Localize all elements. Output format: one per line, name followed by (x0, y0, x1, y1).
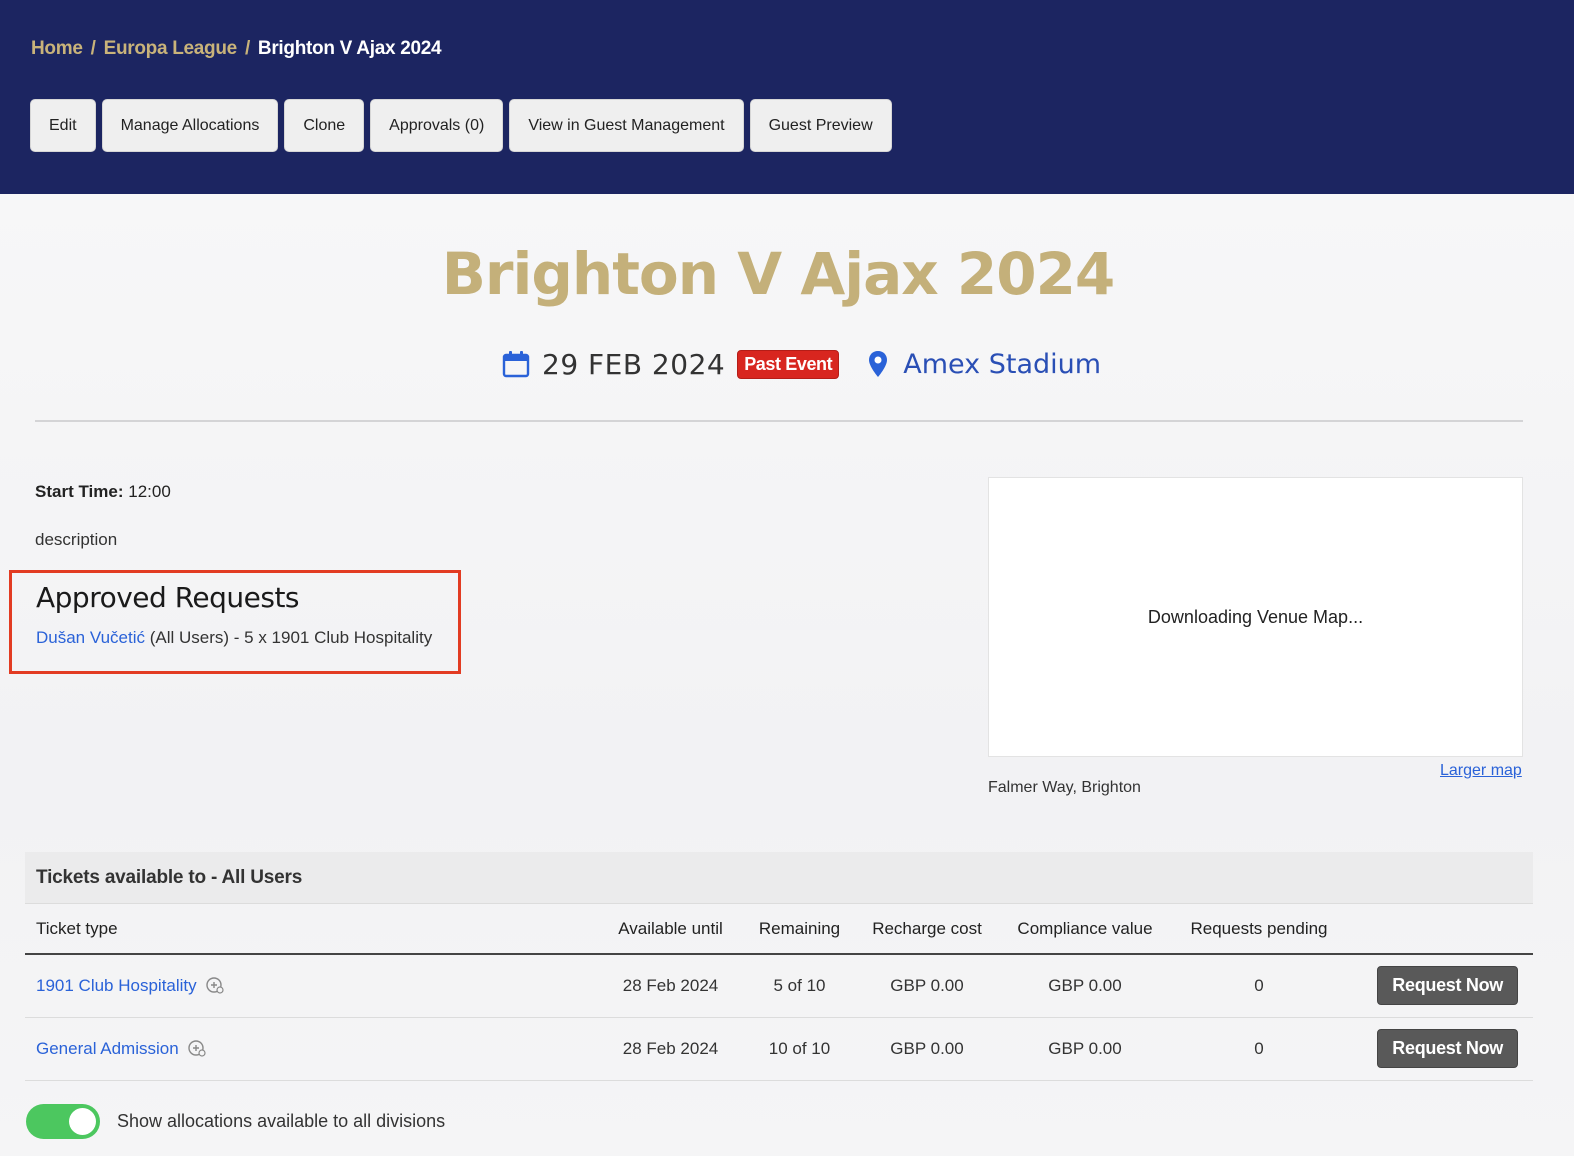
breadcrumb-separator: / (90, 38, 96, 59)
tickets-panel-title: Tickets available to - All Users (25, 852, 1533, 904)
column-header-compliance-value: Compliance value (991, 904, 1179, 955)
request-now-button[interactable]: Request Now (1377, 966, 1518, 1006)
calendar-icon (502, 351, 530, 378)
compliance-value-cell: GBP 0.00 (991, 1017, 1179, 1081)
start-time: Start Time: 12:00 (35, 482, 171, 502)
table-row: General Admission 28 Feb 2024 10 of 10 G… (25, 1017, 1533, 1081)
venue-link[interactable]: Amex Stadium (903, 349, 1101, 380)
approved-requests-heading: Approved Requests (36, 581, 300, 614)
remaining-cell: 5 of 10 (736, 954, 863, 1018)
approved-request-item: Dušan Vučetić (All Users) - 5 x 1901 Clu… (36, 628, 432, 648)
remaining-cell: 10 of 10 (736, 1017, 863, 1081)
past-event-badge: Past Event (737, 349, 840, 379)
breadcrumb-home-link[interactable]: Home (31, 38, 83, 60)
map-loading-text: Downloading Venue Map... (1147, 606, 1364, 627)
recharge-cost-cell: GBP 0.00 (863, 954, 991, 1018)
breadcrumb-current: Brighton V Ajax 2024 (257, 38, 442, 59)
tickets-panel: Tickets available to - All Users Ticket … (25, 852, 1533, 1081)
available-until-cell: 28 Feb 2024 (605, 954, 736, 1018)
approvals-button[interactable]: Approvals (0) (370, 99, 504, 152)
recharge-cost-cell: GBP 0.00 (863, 1017, 991, 1081)
allocations-toggle-row: Show allocations available to all divisi… (26, 1104, 445, 1139)
available-until-cell: 28 Feb 2024 (605, 1017, 736, 1081)
ticket-type-link[interactable]: General Admission (36, 1039, 179, 1058)
ticket-type-cell: General Admission (25, 1017, 605, 1081)
event-description: description (35, 530, 118, 549)
breadcrumb: Home / Europa League / Brighton V Ajax 2… (31, 38, 442, 60)
event-meta: 29 FEB 2024 Past Event Amex Stadium (502, 344, 1101, 384)
all-divisions-toggle[interactable] (26, 1104, 100, 1139)
action-toolbar: Edit Manage Allocations Clone Approvals … (30, 99, 892, 152)
clone-button[interactable]: Clone (284, 99, 365, 152)
action-cell: Request Now (1339, 954, 1533, 1018)
ticket-type-cell: 1901 Club Hospitality (25, 954, 605, 1018)
table-row: 1901 Club Hospitality 28 Feb 2024 5 of 1… (25, 954, 1533, 1018)
action-cell: Request Now (1339, 1017, 1533, 1081)
section-divider (35, 420, 1523, 422)
map-pin-icon (869, 351, 888, 377)
compliance-value-cell: GBP 0.00 (991, 954, 1179, 1018)
requests-pending-cell: 0 (1179, 954, 1339, 1018)
column-header-ticket-type: Ticket type (25, 904, 605, 955)
column-header-available-until: Available until (605, 904, 736, 955)
top-header: Home / Europa League / Brighton V Ajax 2… (0, 0, 1574, 194)
table-header-row: Ticket type Available until Remaining Re… (25, 904, 1533, 955)
venue-map[interactable]: Downloading Venue Map... (988, 477, 1523, 757)
edit-button[interactable]: Edit (30, 99, 96, 152)
tickets-table: Ticket type Available until Remaining Re… (25, 904, 1533, 1081)
breadcrumb-separator: / (244, 38, 250, 59)
start-time-value: 12:00 (128, 482, 171, 501)
approved-request-user-link[interactable]: Dušan Vučetić (36, 628, 145, 647)
view-in-guest-management-button[interactable]: View in Guest Management (509, 99, 744, 152)
guest-preview-button[interactable]: Guest Preview (749, 99, 892, 152)
breadcrumb-section-link[interactable]: Europa League (104, 38, 238, 60)
manage-allocations-button[interactable]: Manage Allocations (101, 99, 279, 152)
toggle-knob (69, 1108, 96, 1135)
column-header-requests-pending: Requests pending (1179, 904, 1339, 955)
request-now-button[interactable]: Request Now (1377, 1029, 1518, 1068)
venue-address: Falmer Way, Brighton (988, 779, 1141, 796)
approved-requests-highlight: Approved Requests Dušan Vučetić (All Use… (9, 570, 461, 674)
event-title: Brighton V Ajax 2024 (441, 240, 1116, 308)
start-time-label: Start Time: (35, 482, 124, 501)
event-date: 29 FEB 2024 (542, 347, 726, 381)
larger-map-link[interactable]: Larger map (1440, 762, 1522, 780)
column-header-recharge-cost: Recharge cost (863, 904, 991, 955)
info-icon[interactable] (188, 1039, 207, 1057)
column-header-remaining: Remaining (736, 904, 863, 955)
info-icon[interactable] (206, 976, 224, 994)
requests-pending-cell: 0 (1179, 1017, 1339, 1081)
column-header-action (1339, 904, 1533, 955)
ticket-type-link[interactable]: 1901 Club Hospitality (36, 976, 197, 995)
toggle-label: Show allocations available to all divisi… (117, 1111, 446, 1131)
approved-request-detail: (All Users) - 5 x 1901 Club Hospitality (144, 628, 433, 647)
